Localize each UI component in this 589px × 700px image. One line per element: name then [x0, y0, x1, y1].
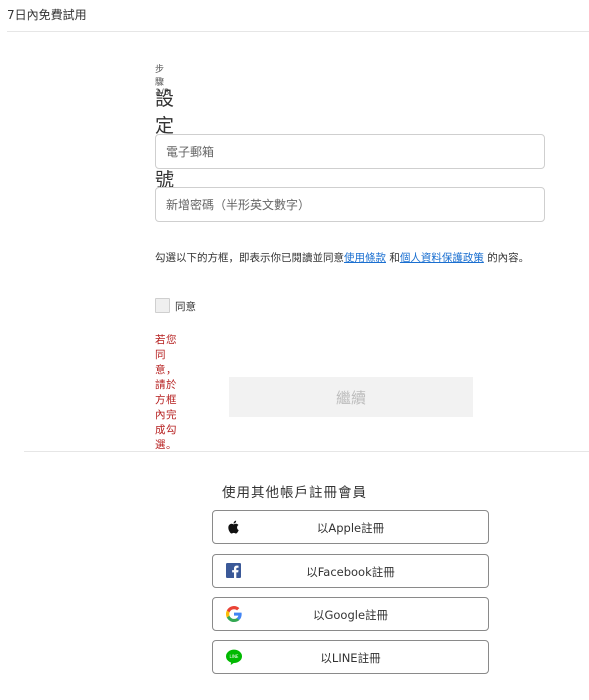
- section-divider: [24, 451, 589, 452]
- facebook-signup-button[interactable]: 以Facebook註冊: [212, 554, 489, 588]
- terms-prefix: 勾選以下的方框，即表示你已閱讀並同意: [155, 252, 344, 264]
- continue-button[interactable]: 繼續: [229, 377, 473, 417]
- terms-suffix: 的內容。: [487, 252, 530, 264]
- google-signup-button[interactable]: 以Google註冊: [212, 597, 489, 631]
- social-signup-title: 使用其他帳戶註冊會員: [222, 485, 367, 501]
- password-field[interactable]: [155, 187, 545, 222]
- facebook-signup-label: 以Facebook註冊: [306, 565, 395, 579]
- terms-of-use-link[interactable]: 使用條款: [344, 252, 386, 264]
- page-header: 7日內免費試用: [0, 0, 589, 32]
- privacy-policy-link[interactable]: 個人資料保護政策: [400, 252, 484, 264]
- apple-signup-button[interactable]: 以Apple註冊: [212, 510, 489, 544]
- line-signup-button[interactable]: LINE 以LINE註冊: [212, 640, 489, 674]
- header-title: 7日內免費試用: [7, 8, 87, 22]
- line-signup-label: 以LINE註冊: [320, 651, 381, 665]
- email-field[interactable]: [155, 134, 545, 169]
- google-signup-label: 以Google註冊: [312, 608, 389, 622]
- header-divider: [7, 31, 589, 32]
- apple-signup-label: 以Apple註冊: [316, 521, 385, 535]
- error-message: 若您同意，請於方框內完成勾選。: [155, 334, 177, 451]
- terms-text: 勾選以下的方框，即表示你已閱讀並同意使用條款 和個人資料保護政策 的內容。: [155, 250, 545, 267]
- agree-checkbox[interactable]: [155, 298, 170, 313]
- agree-label: 同意: [175, 301, 196, 313]
- terms-and: 和: [389, 252, 400, 264]
